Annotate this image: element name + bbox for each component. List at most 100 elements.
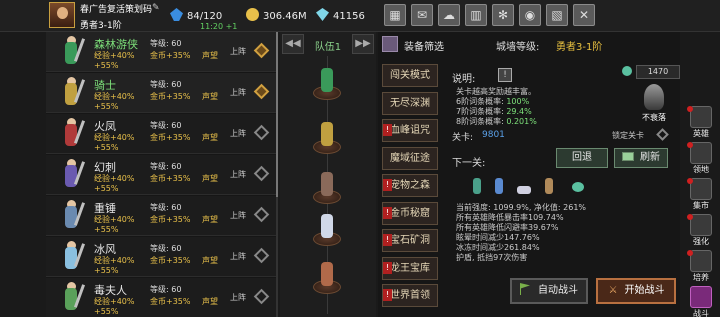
hero-portrait[interactable]	[56, 239, 88, 275]
deploy-toggle[interactable]	[253, 288, 270, 305]
swords-icon: ⚔	[608, 285, 618, 296]
auto-battle-button[interactable]: 自动战斗	[510, 278, 588, 304]
hero-row[interactable]: 重锤 等级: 60 经验+40% 金币+35% 声望 +55% 上阵	[46, 196, 278, 236]
enemy-icon[interactable]	[468, 174, 488, 196]
notification-dot	[687, 214, 693, 220]
lock-stage-label: 锁定关卡	[612, 131, 644, 140]
hero-portrait[interactable]	[56, 116, 88, 152]
deploy-toggle[interactable]	[253, 206, 270, 223]
nav-enhance[interactable]: 强化	[685, 214, 717, 248]
mode-button[interactable]: 金币秘窟	[382, 201, 438, 225]
deploy-toggle[interactable]	[253, 124, 270, 141]
deploy-toggle[interactable]	[253, 165, 270, 182]
close-icon[interactable]: ✕	[573, 4, 595, 26]
team-slot[interactable]	[310, 170, 344, 206]
team-slot[interactable]	[310, 66, 344, 102]
stamina-display[interactable]: 84/120	[170, 8, 222, 22]
wall-level-value: 勇者3-1阶	[556, 42, 603, 53]
hero-level: 等级: 60	[150, 39, 182, 48]
no-fall-label: 不衰落	[642, 113, 666, 122]
enemy-icon[interactable]	[540, 174, 560, 196]
mode-button[interactable]: 龙王宝库	[382, 256, 438, 280]
nav-market[interactable]: 集市	[685, 178, 717, 212]
mode-button[interactable]: 血峰诅咒	[382, 119, 438, 142]
mail-icon[interactable]: ✉	[411, 4, 433, 26]
hero-row[interactable]: 毒夫人 等级: 60 经验+40% 金币+35% 声望 +55% 上阵	[46, 278, 278, 317]
enemy-icon[interactable]	[490, 174, 510, 196]
refresh-button[interactable]: 刷新	[614, 148, 668, 168]
wheel-icon[interactable]: ◉	[519, 4, 541, 26]
clock: 11:20 +1	[200, 22, 238, 31]
deploy-button[interactable]: 上阵	[230, 210, 246, 221]
hero-row[interactable]: 冰风 等级: 60 经验+40% 金币+35% 声望 +55% 上阵	[46, 237, 278, 277]
gift-icon[interactable]: ▥	[465, 4, 487, 26]
shop-icon[interactable]: ▦	[384, 4, 406, 26]
no-fall-badge[interactable]: 不衰落	[636, 84, 672, 124]
hero-portrait[interactable]	[56, 157, 88, 193]
hero-exp-bonus: 经验+40%	[94, 51, 135, 60]
pass-icon[interactable]: ▧	[546, 4, 568, 26]
deploy-button[interactable]: 上阵	[230, 46, 246, 57]
avatar[interactable]	[49, 2, 75, 28]
mode-button[interactable]: 宝石矿洞	[382, 229, 438, 252]
deploy-toggle[interactable]	[253, 42, 270, 59]
hero-reputation: 声望	[202, 215, 218, 224]
deploy-button[interactable]: 上阵	[230, 251, 246, 262]
hero-gold-bonus: 金币+35%	[150, 133, 191, 142]
hero-row[interactable]: 森林游侠 等级: 60 经验+40% 金币+35% 声望 +55% 上阵	[46, 32, 278, 72]
mode-button[interactable]: 无尽深渊	[382, 91, 438, 115]
nav-train[interactable]: 培养	[685, 250, 717, 284]
gold-display[interactable]: 306.46M	[246, 8, 307, 22]
team-slot[interactable]	[310, 212, 344, 248]
equipment-filter-label[interactable]: 装备筛选	[404, 38, 444, 53]
equipment-filter-icon[interactable]	[382, 36, 398, 52]
hero-row[interactable]: 幻刺 等级: 60 经验+40% 金币+35% 声望 +55% 上阵	[46, 155, 278, 195]
enemy-icon[interactable]	[568, 174, 588, 196]
stage-panel: 装备筛选 城墙等级: 勇者3-1阶 闯关模式无尽深渊血峰诅咒魔域征途宠物之森金币…	[378, 32, 680, 317]
team-slot[interactable]	[310, 120, 344, 156]
mode-button[interactable]: 闯关模式	[382, 64, 438, 87]
diamond-display[interactable]: 41156	[316, 8, 365, 22]
chat-icon[interactable]: ☁	[438, 4, 460, 26]
deploy-toggle[interactable]	[253, 83, 270, 100]
nav-hero[interactable]: 英雄	[685, 106, 717, 140]
hero-portrait[interactable]	[56, 280, 88, 316]
hero-extra-bonus: +55%	[94, 307, 119, 316]
hero-row[interactable]: 火凤 等级: 60 经验+40% 金币+35% 声望 +55% 上阵	[46, 114, 278, 154]
deploy-button[interactable]: 上阵	[230, 128, 246, 139]
mode-button[interactable]: 宠物之森	[382, 174, 438, 197]
deploy-button[interactable]: 上阵	[230, 87, 246, 98]
mode-button[interactable]: 世界首领	[382, 284, 438, 307]
hero-reputation: 声望	[202, 297, 218, 306]
scrollbar-thumb[interactable]	[276, 32, 278, 197]
hero-list-scrollbar[interactable]	[276, 32, 278, 317]
team-prev-button[interactable]: ◀◀	[282, 34, 304, 54]
retreat-button[interactable]: 回退	[556, 148, 608, 168]
mode-button[interactable]: 魔域征途	[382, 146, 438, 170]
nav-battle[interactable]: 战斗	[685, 286, 717, 317]
nav-territory[interactable]: 领地	[685, 142, 717, 176]
enemy-icon[interactable]	[514, 174, 534, 196]
lock-stage-toggle[interactable]	[656, 128, 669, 141]
hero-portrait[interactable]	[56, 34, 88, 70]
hero-list[interactable]: 森林游侠 等级: 60 经验+40% 金币+35% 声望 +55% 上阵 骑士 等级: 60 经验…	[46, 32, 278, 317]
edit-icon[interactable]: ✎	[152, 3, 162, 13]
start-battle-button[interactable]: ⚔ 开始战斗	[596, 278, 676, 304]
team-next-button[interactable]: ▶▶	[352, 34, 374, 54]
team-slot[interactable]	[310, 260, 344, 296]
deploy-button[interactable]: 上阵	[230, 292, 246, 303]
deploy-toggle[interactable]	[253, 247, 270, 264]
info-icon[interactable]: !	[498, 68, 512, 82]
diamond-value: 41156	[333, 11, 365, 22]
settings-icon[interactable]: ✻	[492, 4, 514, 26]
team-title: 队伍1	[314, 42, 342, 53]
nav-train-icon	[690, 250, 712, 272]
hero-level: 等级: 60	[150, 285, 182, 294]
hero-exp-bonus: 经验+40%	[94, 92, 135, 101]
hero-reputation: 声望	[202, 174, 218, 183]
hero-portrait[interactable]	[56, 75, 88, 111]
player-stage: 勇者3-1阶	[80, 21, 122, 31]
deploy-button[interactable]: 上阵	[230, 169, 246, 180]
hero-row[interactable]: 骑士 等级: 60 经验+40% 金币+35% 声望 +55% 上阵	[46, 73, 278, 113]
hero-portrait[interactable]	[56, 198, 88, 234]
